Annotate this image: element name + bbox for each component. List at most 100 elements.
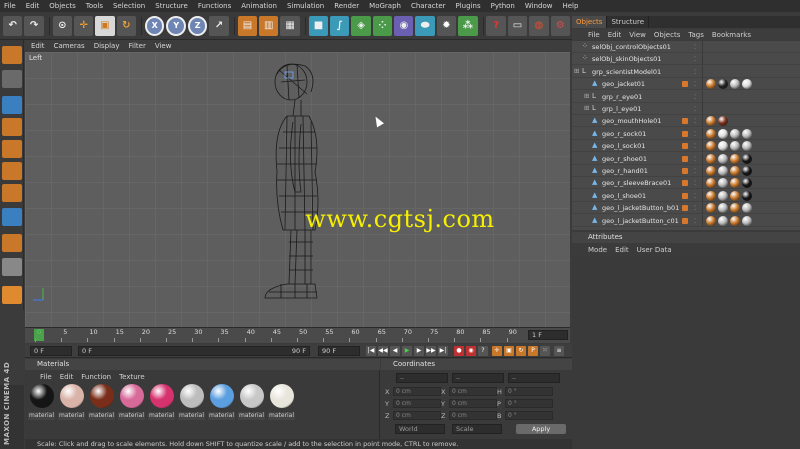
material-tag[interactable] (730, 203, 740, 214)
material-tag[interactable] (730, 166, 740, 176)
material-tag[interactable] (706, 128, 716, 139)
object-name[interactable]: geo_l_sock01 (602, 142, 645, 150)
viewport-menu-view[interactable]: View (155, 42, 172, 50)
object-row[interactable]: ▲ geo_r_sleeveBrace01 ⁚ (572, 177, 800, 190)
material-tag[interactable] (730, 190, 740, 201)
material-tag[interactable] (718, 178, 728, 189)
object-name[interactable]: geo_l_shoe01 (602, 192, 646, 200)
objects-menu-view[interactable]: View (629, 31, 646, 39)
axis-z-toggle[interactable]: Z (187, 15, 208, 36)
menu-file[interactable]: File (4, 2, 16, 10)
end-frame-field[interactable]: 90 F (318, 346, 360, 356)
object-name[interactable]: geo_mouthHole01 (602, 117, 661, 125)
materials-menu-texture[interactable]: Texture (119, 373, 145, 381)
material-tag[interactable] (742, 79, 752, 90)
objects-menu-tags[interactable]: Tags (688, 31, 704, 39)
current-frame-field[interactable]: 1 F (528, 330, 568, 340)
render-queue-icon[interactable]: ▭ (507, 15, 528, 36)
menu-python[interactable]: Python (491, 2, 515, 10)
materials-menu-function[interactable]: Function (81, 373, 111, 381)
object-row[interactable]: ⊞ Lgrp_scientistModel01 ⁚ (572, 65, 800, 78)
expand-toggle-icon[interactable]: ⊞ (574, 67, 579, 75)
layer-color-swatch[interactable] (682, 143, 688, 150)
make-editable-icon[interactable] (2, 46, 22, 64)
soft-selection-icon[interactable] (2, 286, 22, 304)
polygons-mode-icon[interactable] (2, 184, 22, 202)
start-frame-field[interactable]: 0 F (30, 346, 72, 356)
object-name[interactable]: geo_r_sleeveBrace01 (602, 179, 671, 187)
workplane-icon[interactable] (2, 234, 22, 252)
material-tag[interactable] (730, 128, 740, 139)
coord-value-field[interactable]: 0 cm (449, 399, 497, 408)
material-tag[interactable] (742, 190, 752, 201)
next-key-icon[interactable]: ▶▶ (426, 346, 436, 356)
axis-mode-icon[interactable] (2, 118, 22, 136)
material-tag[interactable] (718, 128, 728, 139)
material-tag[interactable] (706, 141, 716, 152)
redo-icon[interactable]: ↷ (24, 15, 44, 36)
layer-color-swatch[interactable] (682, 130, 688, 137)
material-swatch[interactable]: material (178, 384, 205, 422)
menu-simulation[interactable]: Simulation (287, 2, 324, 10)
render-picture-viewer-icon[interactable]: ▥ (259, 15, 279, 36)
visibility-dots[interactable]: ⁚ (694, 167, 696, 175)
points-mode-icon[interactable] (2, 140, 22, 158)
visibility-dots[interactable]: ⁚ (694, 105, 696, 113)
material-tag[interactable] (718, 215, 728, 226)
visibility-dots[interactable]: ⁚ (694, 117, 696, 125)
tab-structure[interactable]: Structure (607, 16, 650, 28)
object-row[interactable]: ▲ geo_r_hand01 ⁚ (572, 165, 800, 177)
object-row[interactable]: ⁘ selObj_controlObjects01 ⁚ (572, 41, 800, 53)
material-tag[interactable] (706, 215, 716, 226)
object-name[interactable]: geo_l_jacketButton_b01 (602, 204, 679, 212)
coord-value-field[interactable]: 0 ° (505, 399, 553, 408)
next-frame-icon[interactable]: ▶ (414, 346, 424, 356)
object-name[interactable]: geo_l_jacketButton_c01 (602, 217, 679, 225)
subdivision-surface-icon[interactable]: ◈ (351, 15, 371, 36)
material-tag[interactable] (706, 203, 716, 214)
layer-color-swatch[interactable] (682, 81, 688, 88)
visibility-dots[interactable]: ⁚ (694, 192, 696, 200)
material-tag[interactable] (742, 141, 752, 152)
visibility-dots[interactable]: ⁚ (694, 179, 696, 187)
scene-environment-icon[interactable]: ⬬ (415, 15, 435, 36)
object-name[interactable]: geo_r_hand01 (602, 167, 648, 175)
prev-frame-icon[interactable]: ◀ (390, 346, 400, 356)
objects-menu-edit[interactable]: Edit (608, 31, 622, 39)
layer-color-swatch[interactable] (682, 192, 688, 199)
objects-menu-file[interactable]: File (588, 31, 600, 39)
axis-x-toggle[interactable]: X (145, 15, 165, 36)
object-row[interactable]: ▲ geo_l_jacketButton_c01 ⁚ (572, 214, 800, 227)
model-mode-icon[interactable] (2, 96, 22, 114)
menu-structure[interactable]: Structure (155, 2, 188, 10)
visibility-dots[interactable]: ⁚ (694, 68, 696, 76)
render-view-icon[interactable]: ▤ (237, 15, 258, 36)
key-scale-icon[interactable]: ▣ (504, 346, 514, 356)
coord-value-field[interactable]: 0 cm (393, 411, 441, 420)
object-name[interactable]: selObj_skinObjects01 (592, 55, 661, 63)
material-tag[interactable] (706, 116, 716, 127)
expand-toggle-icon[interactable]: ⊞ (584, 92, 589, 100)
object-name[interactable]: grp_scientistModel01 (592, 68, 661, 76)
python-icon[interactable]: ⚙ (550, 15, 570, 36)
axis-y-toggle[interactable]: Y (166, 15, 186, 36)
object-row[interactable]: ▲ geo_l_sock01 ⁚ (572, 140, 800, 153)
coord-value-field[interactable]: 0 ° (505, 411, 553, 420)
object-row[interactable]: ⊞ Lgrp_l_eye01 ⁚ (572, 103, 800, 115)
materials-menu-file[interactable]: File (40, 373, 52, 381)
object-row[interactable]: ⁘ selObj_skinObjects01 ⁚ (572, 53, 800, 66)
material-swatch[interactable]: material (268, 384, 295, 422)
key-rotation-icon[interactable]: ↻ (516, 346, 526, 356)
menu-objects[interactable]: Objects (49, 2, 75, 10)
visibility-dots[interactable]: ⁚ (694, 55, 696, 63)
layer-color-swatch[interactable] (682, 180, 688, 187)
coord-value-field[interactable]: 0 cm (449, 411, 497, 420)
layer-color-swatch[interactable] (682, 155, 688, 162)
object-row[interactable]: ▲ geo_mouthHole01 ⁚ (572, 115, 800, 128)
material-tag[interactable] (742, 215, 752, 226)
light-icon[interactable]: ✹ (436, 15, 457, 36)
scale-mode-dropdown[interactable]: Scale (452, 424, 502, 434)
goto-end-icon[interactable]: ▶| (438, 346, 448, 356)
material-tag[interactable] (742, 203, 752, 214)
coord-value-field[interactable]: 0 cm (449, 387, 497, 396)
